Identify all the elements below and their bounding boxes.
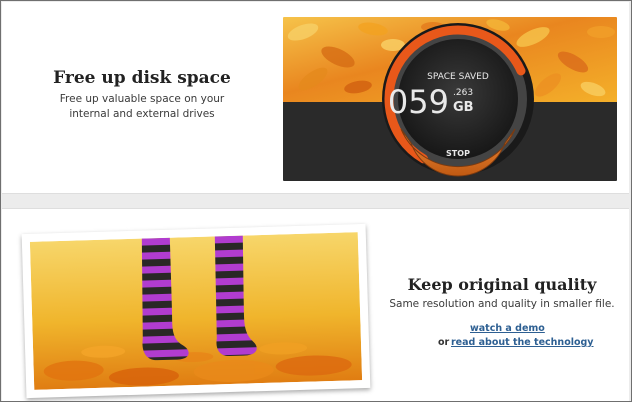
feature-description: Free up valuable space on your internal … xyxy=(59,93,225,120)
feature-description: Same resolution and quality in smaller f… xyxy=(389,298,615,310)
stop-button-label[interactable]: STOP xyxy=(446,149,470,158)
read-technology-link[interactable]: read about the technology xyxy=(451,337,594,348)
feature-title: Keep original quality xyxy=(407,275,597,294)
space-saved-graphic: SPACE SAVED 059 .263 GB STOP xyxy=(283,17,617,181)
space-saved-unit: GB xyxy=(453,100,474,115)
feature-panel-disk-space: Free up disk space Free up valuable spac… xyxy=(2,2,629,194)
space-saved-decimal: .263 xyxy=(453,88,473,98)
space-saved-number: 059 xyxy=(388,83,449,121)
or-separator: or xyxy=(438,337,450,348)
space-saved-label: SPACE SAVED xyxy=(427,72,489,82)
striped-socks-photo xyxy=(29,232,363,390)
watch-demo-link[interactable]: watch a demo xyxy=(470,323,545,334)
feature-panel-quality: Keep original quality Same resolution an… xyxy=(2,208,629,401)
feature-title: Free up disk space xyxy=(53,68,231,88)
photo-card xyxy=(21,223,371,399)
space-saved-illustration: SPACE SAVED 059 .263 GB STOP xyxy=(283,17,617,181)
page-frame: Free up disk space Free up valuable spac… xyxy=(0,0,632,402)
